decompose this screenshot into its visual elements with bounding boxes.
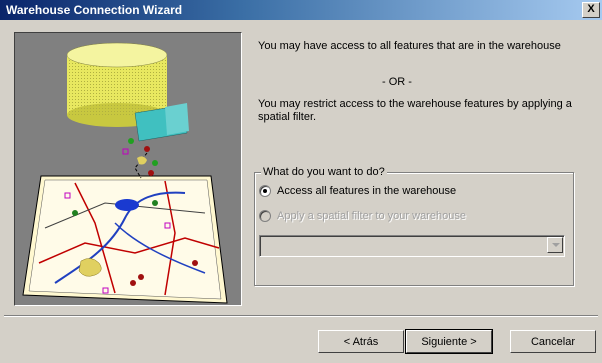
footer-separator	[4, 315, 598, 317]
chevron-down-icon[interactable]	[547, 237, 563, 253]
illustration-graphic	[22, 42, 228, 304]
back-button[interactable]: < Atrás	[318, 330, 404, 353]
close-button[interactable]: X	[582, 2, 600, 18]
wizard-window: Warehouse Connection Wizard X You may ha…	[0, 0, 602, 363]
option-access-all-label: Access all features in the warehouse	[277, 185, 457, 197]
option-spatial-filter[interactable]: Apply a spatial filter to your warehouse	[259, 210, 466, 222]
database-map-illustration	[14, 32, 242, 306]
groupbox-legend: What do you want to do?	[261, 165, 387, 179]
spatial-filter-combobox[interactable]	[259, 235, 565, 257]
option-spatial-filter-label: Apply a spatial filter to your warehouse	[277, 210, 466, 222]
option-access-all[interactable]: Access all features in the warehouse	[259, 185, 456, 197]
access-all-text: You may have access to all features that…	[258, 40, 561, 52]
window-title: Warehouse Connection Wizard	[6, 3, 183, 17]
cancel-button[interactable]: Cancelar	[510, 330, 596, 353]
title-bar[interactable]: Warehouse Connection Wizard X	[0, 0, 602, 20]
or-separator-text: - OR -	[382, 76, 412, 88]
action-groupbox: What do you want to do? Access all featu…	[254, 165, 574, 286]
radio-checked-icon[interactable]	[259, 185, 271, 197]
restrict-access-text: You may restrict access to the warehouse…	[258, 98, 572, 123]
radio-unchecked-icon[interactable]	[259, 210, 271, 222]
next-button[interactable]: Siguiente >	[405, 329, 493, 354]
